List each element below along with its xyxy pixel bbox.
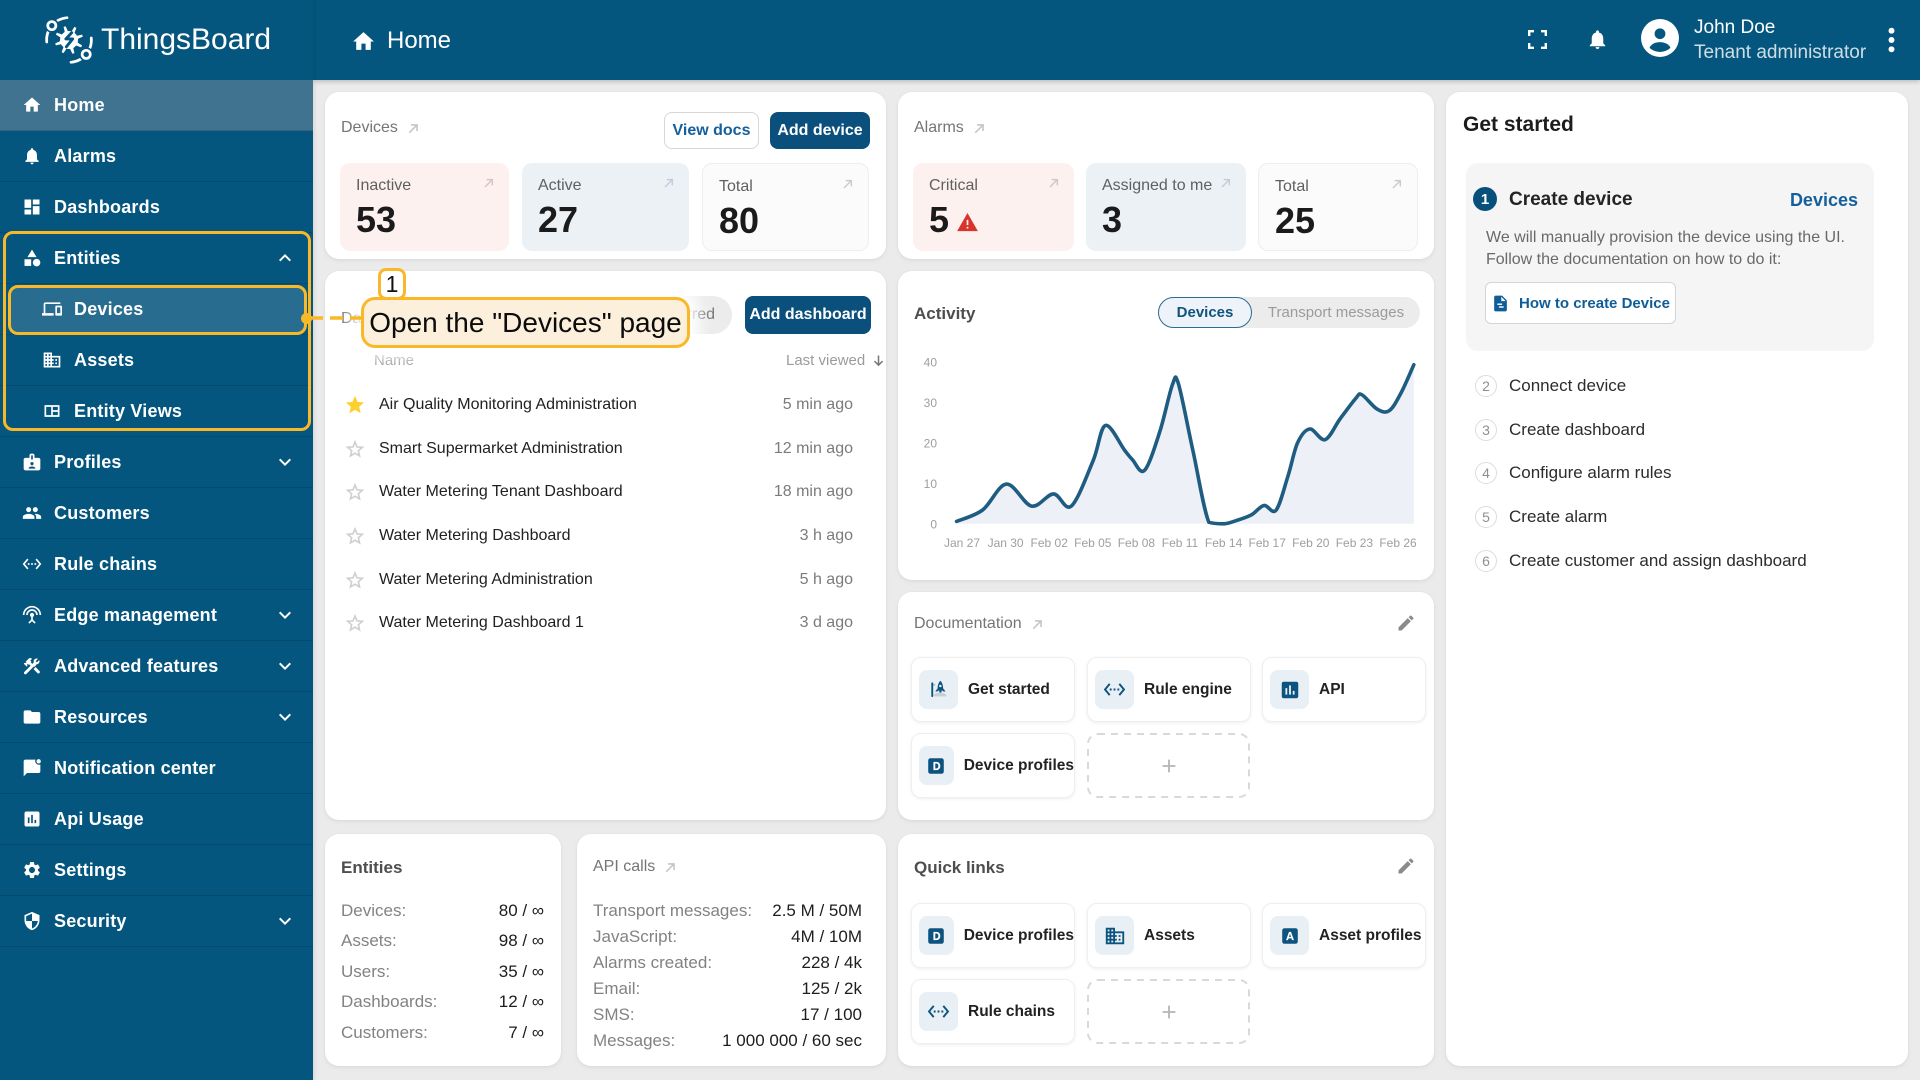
svg-text:Feb 14: Feb 14	[1205, 536, 1243, 550]
svg-text:Jan 27: Jan 27	[944, 536, 980, 550]
svg-text:10: 10	[924, 477, 938, 491]
svg-text:40: 40	[924, 356, 938, 370]
svg-text:Feb 08: Feb 08	[1118, 536, 1156, 550]
svg-text:Feb 11: Feb 11	[1162, 536, 1199, 550]
svg-text:Jan 30: Jan 30	[988, 536, 1024, 550]
svg-text:Feb 23: Feb 23	[1336, 536, 1374, 550]
svg-text:30: 30	[924, 396, 938, 410]
svg-text:0: 0	[930, 517, 937, 531]
svg-text:Feb 20: Feb 20	[1292, 536, 1330, 550]
svg-text:Feb 17: Feb 17	[1249, 536, 1287, 550]
svg-text:Feb 26: Feb 26	[1379, 536, 1417, 550]
svg-text:Feb 05: Feb 05	[1074, 536, 1112, 550]
svg-text:Feb 02: Feb 02	[1031, 536, 1069, 550]
svg-text:20: 20	[924, 436, 938, 450]
